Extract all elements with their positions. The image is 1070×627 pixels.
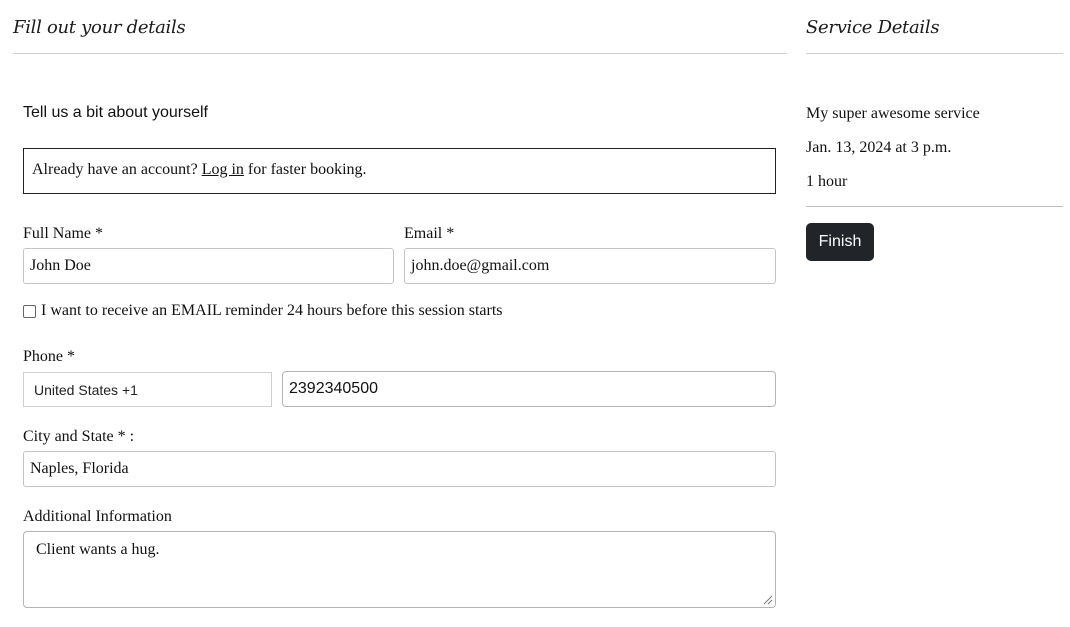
additional-info-text: Client wants a hug.: [36, 541, 160, 558]
reminder-option[interactable]: I want to receive an EMAIL reminder 24 h…: [23, 302, 503, 320]
service-details-title: Service Details: [806, 17, 940, 38]
phone-label: Phone *: [23, 348, 75, 365]
additional-info-label: Additional Information: [23, 508, 172, 525]
login-notice-suffix: for faster booking.: [243, 161, 367, 178]
additional-info-textarea[interactable]: Client wants a hug.: [23, 531, 776, 608]
login-notice: Already have an account? Log in for fast…: [23, 148, 776, 194]
service-details-divider: [806, 53, 1063, 54]
city-state-input[interactable]: Naples, Florida: [23, 451, 776, 487]
reminder-checkbox-label: I want to receive an EMAIL reminder 24 h…: [41, 302, 503, 319]
reminder-checkbox[interactable]: [23, 304, 36, 318]
resize-grip-icon[interactable]: [761, 593, 773, 605]
full-name-label: Full Name *: [23, 225, 103, 242]
form-subheading: Tell us a bit about yourself: [23, 104, 208, 121]
login-link[interactable]: Log in: [202, 161, 244, 178]
country-code-select[interactable]: United States +1: [23, 372, 272, 407]
email-input[interactable]: john.doe@gmail.com: [404, 248, 776, 284]
phone-input[interactable]: 2392340500: [282, 371, 776, 407]
service-datetime: Jan. 13, 2024 at 3 p.m.: [806, 139, 952, 156]
service-name: My super awesome service: [806, 105, 980, 122]
details-divider: [13, 53, 787, 54]
finish-button[interactable]: Finish: [806, 223, 874, 261]
booking-page: Fill out your details Tell us a bit abou…: [0, 0, 1070, 627]
service-duration: 1 hour: [806, 173, 848, 190]
service-summary-divider: [806, 206, 1063, 207]
email-label: Email *: [404, 225, 455, 242]
city-state-label: City and State * :: [23, 428, 135, 445]
details-title: Fill out your details: [13, 17, 186, 38]
full-name-input[interactable]: John Doe: [23, 248, 394, 284]
login-notice-prefix: Already have an account?: [32, 161, 202, 178]
